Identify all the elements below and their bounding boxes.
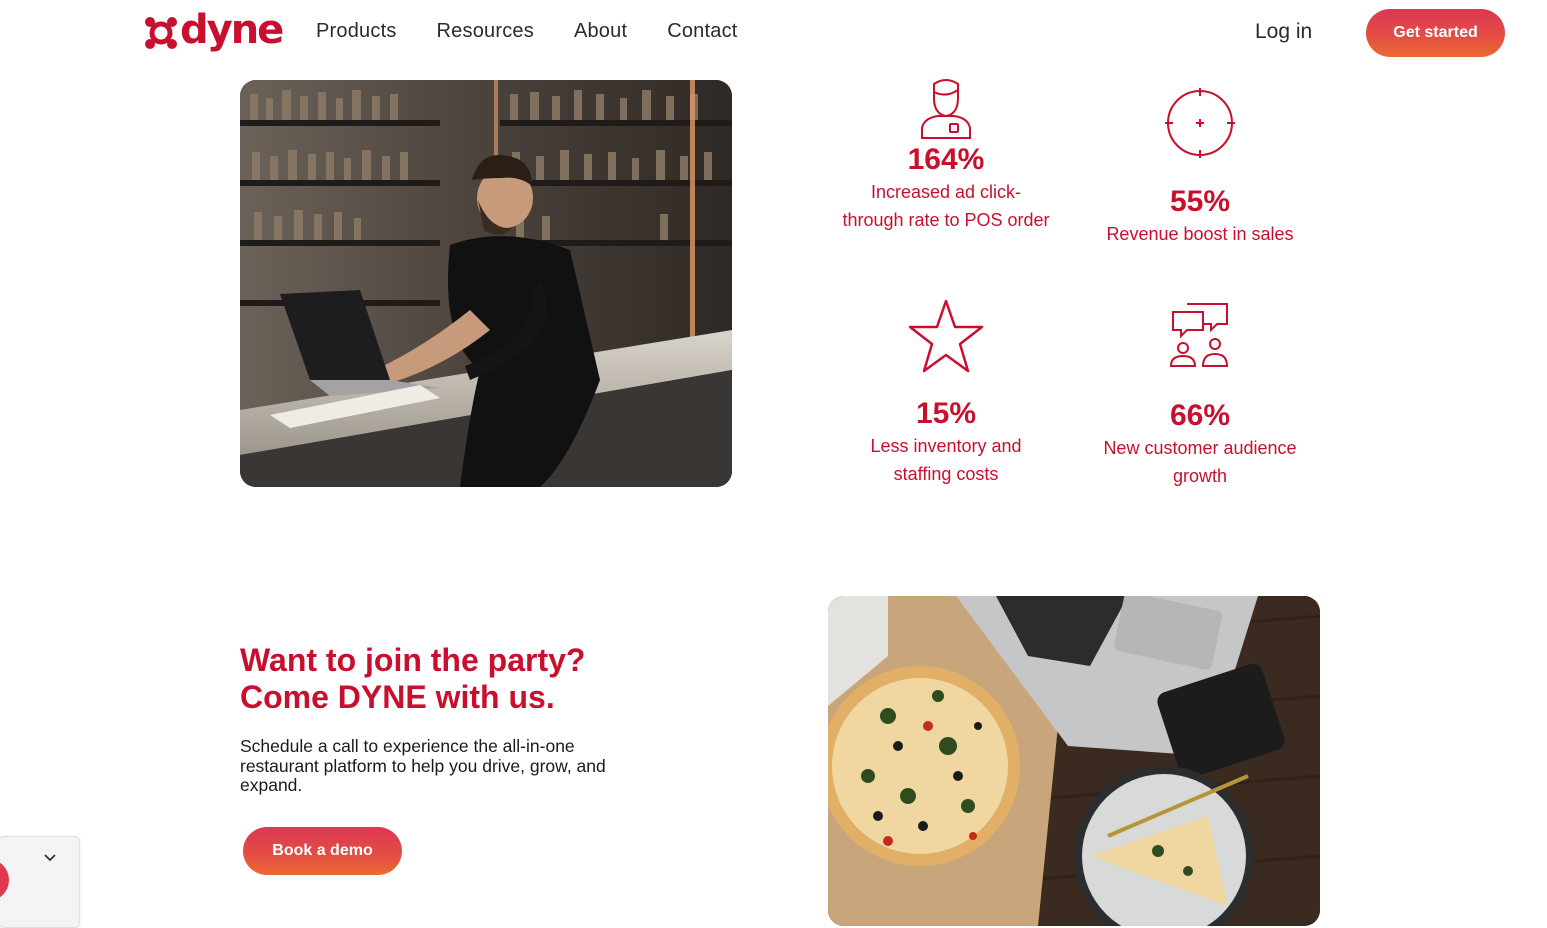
cta-description-line: restaurant platform to help you drive, g… bbox=[240, 755, 606, 776]
nav-resources[interactable]: Resources bbox=[437, 20, 534, 43]
stat-value: 55% bbox=[1169, 185, 1231, 218]
stat-label-line: growth bbox=[1172, 466, 1228, 486]
cta-heading-line: Want to join the party? bbox=[240, 642, 586, 678]
cta-description-line: expand. bbox=[240, 775, 303, 795]
logo-mark-icon bbox=[144, 16, 178, 50]
person-icon bbox=[921, 79, 971, 139]
stat-label-line: staffing costs bbox=[893, 464, 999, 484]
star-icon bbox=[908, 299, 984, 373]
logo-wordmark: dyne bbox=[180, 7, 284, 53]
stat-value: 66% bbox=[1169, 399, 1231, 432]
restaurant-owner-photo bbox=[240, 80, 732, 487]
stat-value: 15% bbox=[915, 397, 977, 430]
stat-audience-growth: 66% New customer audience growth bbox=[1080, 298, 1320, 490]
chat-widget[interactable] bbox=[0, 836, 80, 928]
site-header: dyne Products Resources About Contact Lo… bbox=[0, 0, 1547, 66]
login-link[interactable]: Log in bbox=[1255, 20, 1312, 44]
stat-label-line: New customer audience bbox=[1103, 438, 1297, 458]
cta-heading-line: Come DYNE with us. bbox=[240, 679, 555, 715]
cta-heading: Want to join the party? Come DYNE with u… bbox=[240, 642, 700, 716]
nav-products[interactable]: Products bbox=[316, 20, 397, 43]
target-icon bbox=[1165, 88, 1235, 158]
get-started-button[interactable]: Get started bbox=[1366, 9, 1505, 57]
pizza-scene-illustration bbox=[828, 596, 1320, 926]
stat-label: Less inventory and staffing costs bbox=[820, 432, 1072, 488]
stat-label: New customer audience growth bbox=[1080, 434, 1320, 490]
dyne-logo[interactable]: dyne bbox=[144, 7, 284, 56]
stat-label-line: through rate to POS order bbox=[842, 210, 1050, 230]
group-chat-icon bbox=[1169, 303, 1229, 367]
stat-label-line: Less inventory and bbox=[870, 436, 1022, 456]
nav-about[interactable]: About bbox=[574, 20, 627, 43]
main-nav: Products Resources About Contact bbox=[316, 20, 778, 43]
stat-inventory-costs: 15% Less inventory and staffing costs bbox=[820, 298, 1072, 488]
stat-revenue-boost: 55% Revenue boost in sales bbox=[1080, 88, 1320, 248]
pizza-laptop-photo bbox=[828, 596, 1320, 926]
stat-label: Increased ad click- through rate to POS … bbox=[820, 178, 1072, 234]
stat-label-line: Increased ad click- bbox=[870, 182, 1022, 202]
stat-ad-clickthrough: 164% Increased ad click- through rate to… bbox=[820, 78, 1072, 234]
bar-scene-illustration bbox=[240, 80, 732, 487]
stat-value: 164% bbox=[907, 143, 985, 176]
stat-label: Revenue boost in sales bbox=[1080, 220, 1320, 248]
cta-description-line: Schedule a call to experience the all-in… bbox=[240, 736, 575, 756]
book-demo-button[interactable]: Book a demo bbox=[243, 827, 402, 875]
cta-description: Schedule a call to experience the all-in… bbox=[240, 736, 690, 796]
chevron-down-icon[interactable] bbox=[43, 851, 57, 865]
chat-avatar[interactable] bbox=[0, 859, 9, 901]
stat-label-line: Revenue boost in sales bbox=[1106, 224, 1294, 244]
nav-contact[interactable]: Contact bbox=[667, 20, 737, 43]
